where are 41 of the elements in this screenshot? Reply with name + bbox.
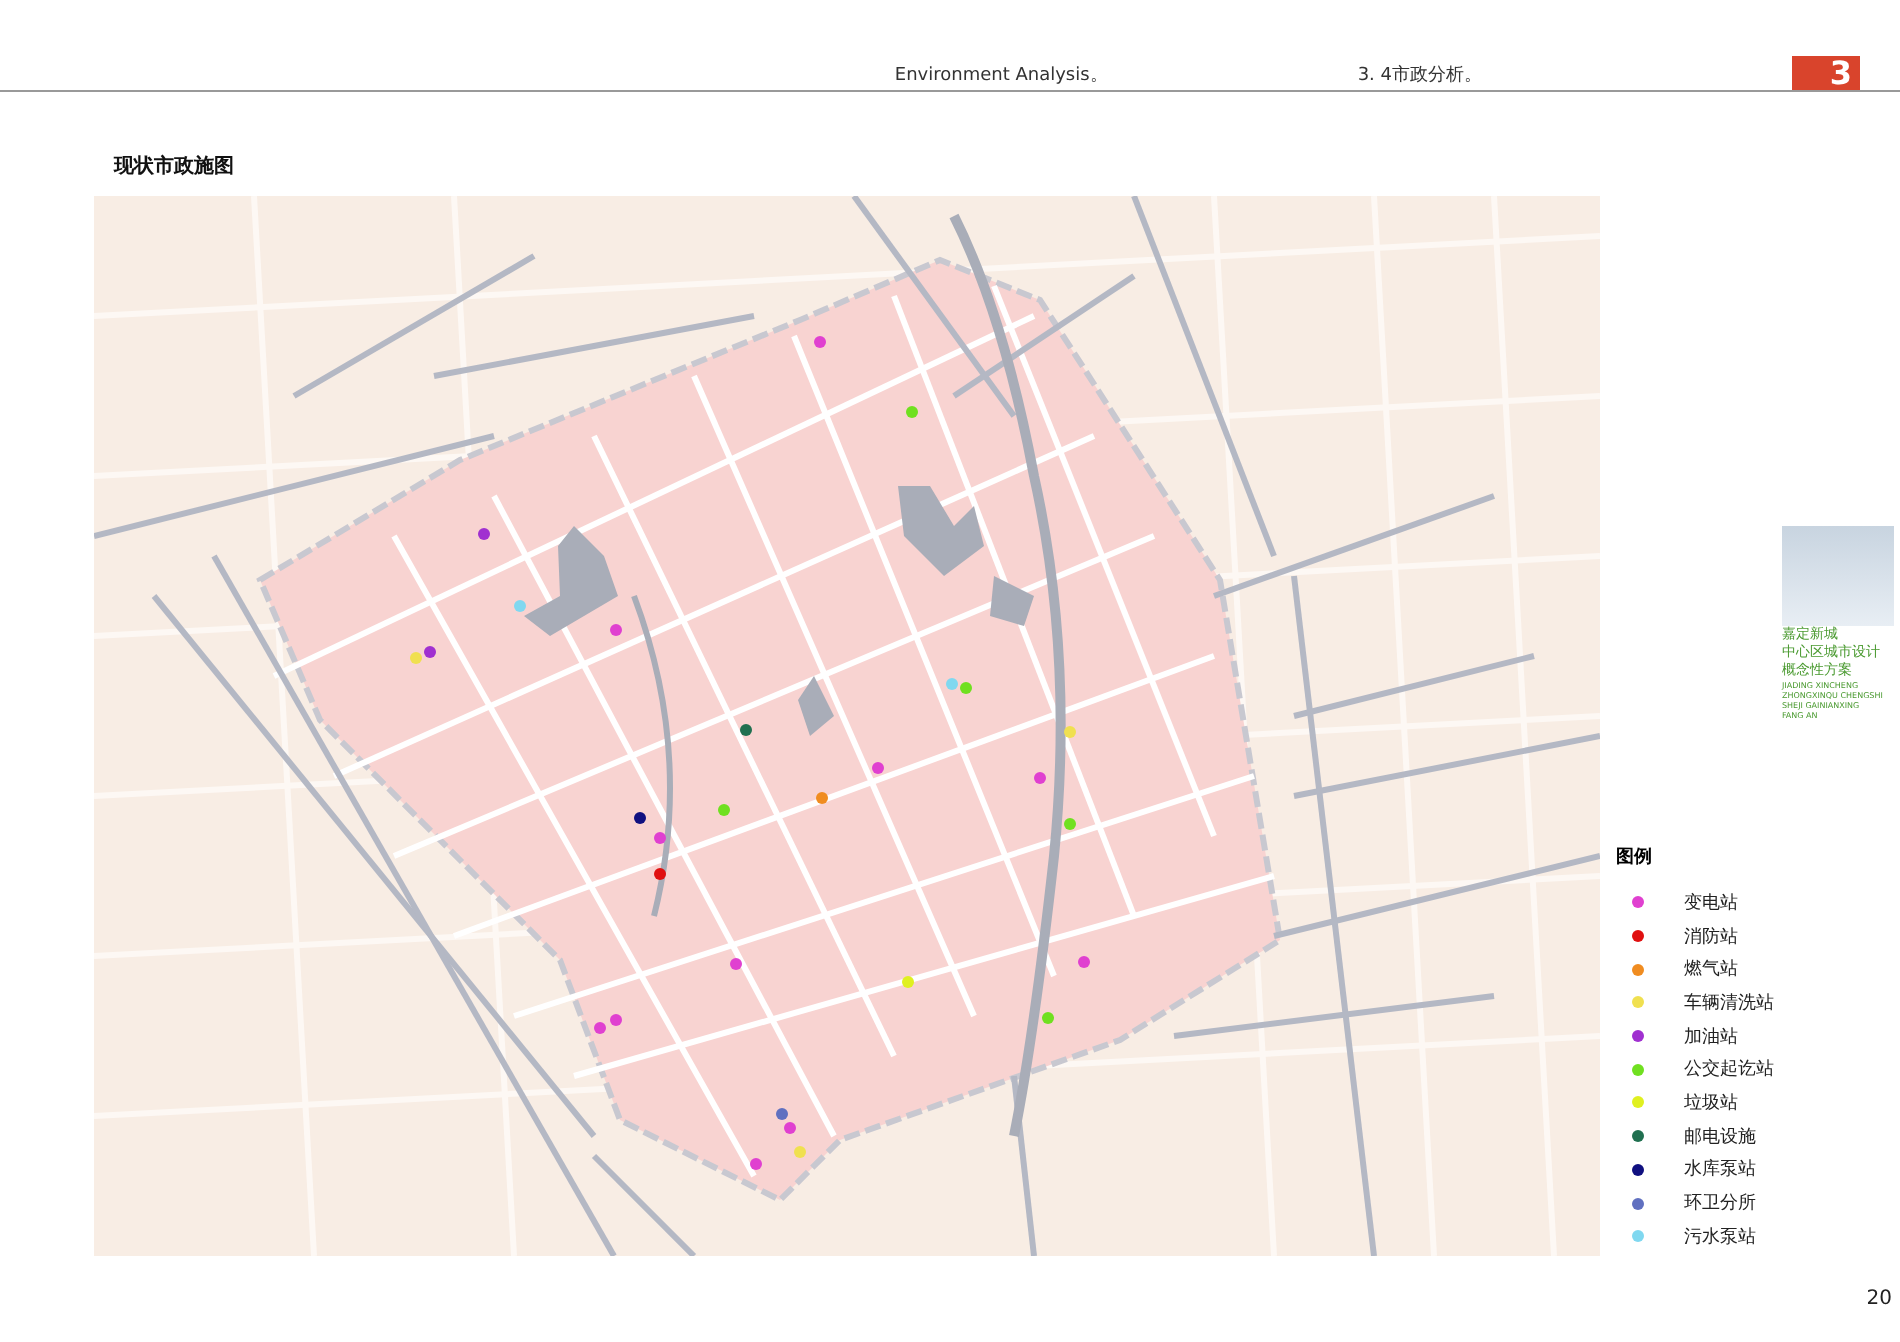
map-marker xyxy=(740,724,752,736)
map-marker xyxy=(794,1146,806,1158)
map-marker xyxy=(1042,1012,1054,1024)
map-marker xyxy=(750,1158,762,1170)
map-marker xyxy=(718,804,730,816)
legend-label: 变电站 xyxy=(1684,891,1738,916)
legend-label: 车辆清洗站 xyxy=(1684,991,1774,1016)
map-marker xyxy=(478,528,490,540)
chapter-number: 3 xyxy=(1792,56,1860,90)
section-heading: 3. 4市政分析。 xyxy=(1357,63,1482,90)
map-marker xyxy=(654,832,666,844)
legend-label: 燃气站 xyxy=(1684,957,1738,983)
map-marker xyxy=(1064,818,1076,830)
map-marker xyxy=(872,762,884,774)
page-number: 20 xyxy=(1866,1288,1892,1310)
legend-label: 邮电设施 xyxy=(1684,1125,1756,1150)
map-marker xyxy=(634,812,646,824)
map-marker xyxy=(1078,956,1090,968)
map-marker xyxy=(610,624,622,636)
map-marker xyxy=(814,336,826,348)
map-marker xyxy=(816,792,828,804)
legend-title: 图例 xyxy=(1616,845,1654,870)
map-marker xyxy=(730,958,742,970)
map-marker xyxy=(654,868,666,880)
map-title: 现状市政施图 xyxy=(114,152,236,182)
section-heading: Environment Analysis。 xyxy=(894,64,1108,90)
legend-label: 水库泵站 xyxy=(1684,1157,1756,1183)
legend-label: 公交起讫站 xyxy=(1684,1057,1774,1083)
map-marker xyxy=(1064,726,1076,738)
map-marker xyxy=(594,1022,606,1034)
map-marker xyxy=(514,600,526,612)
map-marker xyxy=(610,1014,622,1026)
photo-placeholder xyxy=(1782,526,1894,626)
legend-label: 垃圾站 xyxy=(1684,1091,1738,1116)
legend-label: 加油站 xyxy=(1684,1025,1738,1050)
legend-label: 环卫分所 xyxy=(1684,1191,1756,1217)
legend-label: 污水泵站 xyxy=(1684,1225,1756,1250)
map-marker xyxy=(1034,772,1046,784)
map-marker xyxy=(902,976,914,988)
map-marker xyxy=(906,406,918,418)
legend-label: 消防站 xyxy=(1684,925,1738,950)
